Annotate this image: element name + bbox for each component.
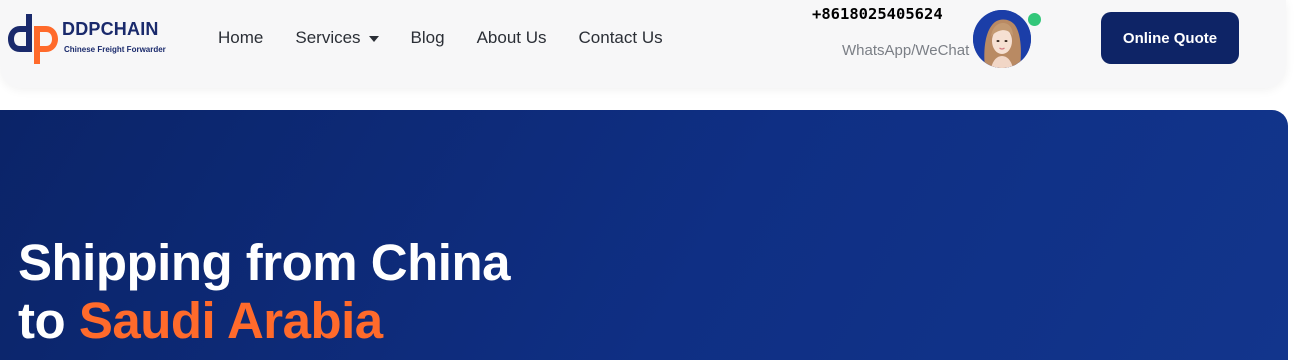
online-quote-button[interactable]: Online Quote	[1101, 12, 1239, 64]
nav-item-services[interactable]: Services	[295, 28, 379, 48]
nav-item-label: Blog	[410, 28, 445, 47]
nav-item-blog[interactable]: Blog	[411, 28, 445, 48]
main-nav: Home Services Blog About Us Contact Us	[218, 26, 663, 50]
hero-title-destination: Saudi Arabia	[78, 292, 383, 349]
phone-number-link[interactable]: +8618025405624	[812, 5, 943, 23]
contact-channel-label: WhatsApp/WeChat	[842, 42, 970, 59]
nav-item-label: Contact Us	[578, 28, 663, 47]
nav-item-contact-us[interactable]: Contact Us	[579, 28, 663, 48]
agent-avatar-icon	[973, 10, 1031, 68]
agent-avatar[interactable]	[973, 10, 1031, 68]
site-logo[interactable]: DDPCHAIN Chinese Freight Forwarder	[6, 12, 176, 68]
site-header: DDPCHAIN Chinese Freight Forwarder Home …	[0, 0, 1286, 88]
nav-item-about-us[interactable]: About Us	[477, 28, 547, 48]
nav-item-home[interactable]: Home	[218, 28, 263, 48]
nav-item-label: About Us	[476, 28, 547, 47]
hero-title-line2-prefix: to	[18, 292, 79, 349]
hero-banner: Shipping from China to Saudi Arabia	[0, 110, 1288, 360]
hero-title: Shipping from China to Saudi Arabia	[18, 234, 510, 350]
online-status-indicator	[1027, 12, 1042, 27]
nav-item-label: Services	[295, 28, 361, 47]
nav-item-label: Home	[218, 28, 264, 47]
caret-down-icon	[368, 36, 379, 42]
logo-name: DDPCHAIN	[62, 19, 159, 39]
ddpchain-logo-icon	[8, 14, 58, 64]
hero-title-line1: Shipping from China	[18, 234, 510, 291]
page: DDPCHAIN Chinese Freight Forwarder Home …	[0, 0, 1296, 360]
logo-tagline: Chinese Freight Forwarder	[64, 45, 166, 54]
